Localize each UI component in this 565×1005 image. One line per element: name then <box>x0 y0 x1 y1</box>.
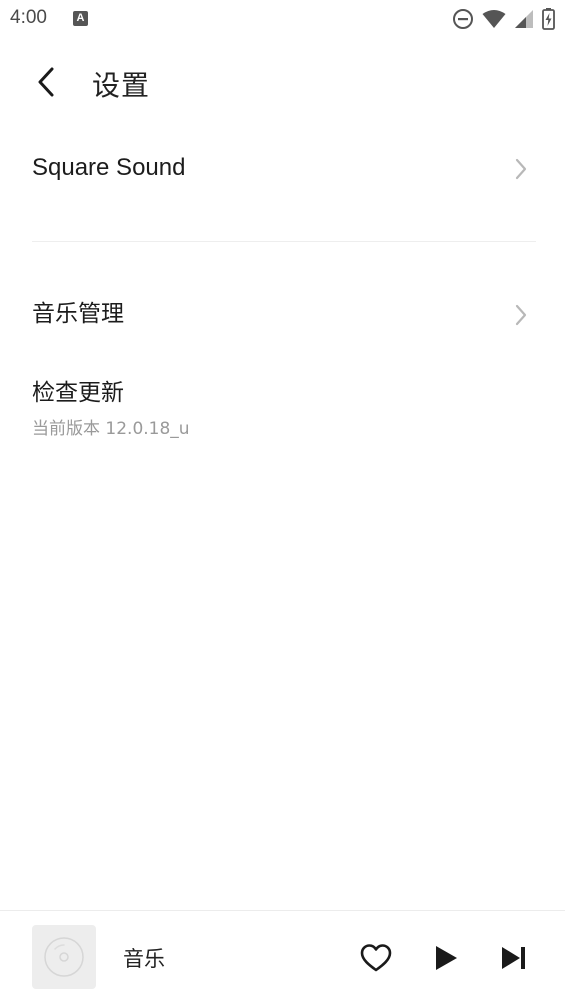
status-bar: 4:00 A <box>0 0 565 38</box>
like-button[interactable] <box>356 938 396 978</box>
status-icons <box>452 8 555 30</box>
square-sound-label: Square Sound <box>32 154 186 181</box>
chevron-right-icon <box>515 304 527 326</box>
status-time: 4:00 <box>10 7 47 28</box>
check-update-label: 检查更新 <box>32 380 124 406</box>
chevron-right-icon <box>515 158 527 180</box>
play-button[interactable] <box>426 938 466 978</box>
notification-app-icon: A <box>73 11 88 26</box>
dnd-icon <box>453 9 473 29</box>
back-button[interactable] <box>28 62 64 102</box>
skip-next-icon <box>502 947 525 969</box>
album-art[interactable] <box>32 925 96 989</box>
track-title[interactable]: 音乐 <box>123 943 165 973</box>
next-button[interactable] <box>494 938 534 978</box>
play-icon <box>436 946 457 970</box>
settings-row-square-sound[interactable]: Square Sound <box>32 150 534 188</box>
page-title: 设置 <box>92 69 151 102</box>
mini-player: 音乐 <box>0 910 565 1005</box>
battery-charging-icon <box>542 8 555 30</box>
settings-row-check-update[interactable]: 检查更新 当前版本 12.0.18_u <box>32 376 534 439</box>
settings-row-music-management[interactable]: 音乐管理 <box>32 296 534 334</box>
music-management-label: 音乐管理 <box>32 301 124 327</box>
heart-icon <box>360 944 392 972</box>
album-art-disc-icon <box>44 937 84 977</box>
chevron-left-icon <box>38 67 54 97</box>
current-version-text: 当前版本 12.0.18_u <box>32 419 190 439</box>
section-divider <box>32 241 536 242</box>
signal-icon <box>515 10 533 28</box>
app-bar: 设置 <box>0 50 565 114</box>
wifi-icon <box>482 10 506 28</box>
